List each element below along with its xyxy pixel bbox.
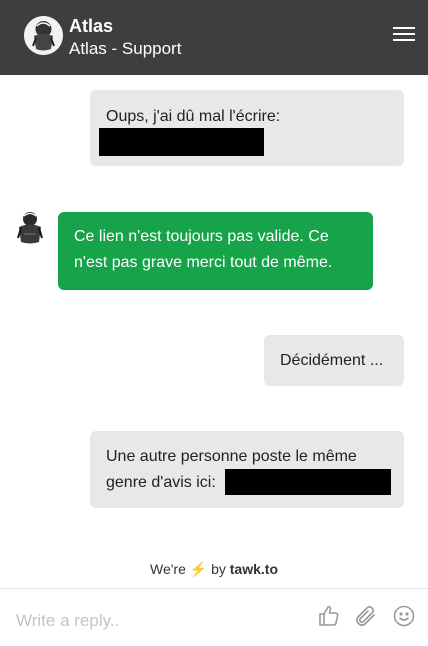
redacted-block [225, 469, 391, 495]
thumbs-up-icon[interactable] [317, 604, 341, 628]
chat-title: Atlas [69, 16, 114, 36]
agent-avatar-icon [15, 210, 45, 246]
message-text-line2: genre d'avis ici: [106, 474, 216, 491]
hamburger-menu-icon[interactable] [393, 27, 415, 47]
reply-input[interactable] [14, 607, 298, 635]
redacted-block [99, 128, 264, 156]
powered-by-branding[interactable]: We're ⚡ by tawk.to [0, 559, 428, 579]
chat-subtitle: Atlas - Support [69, 39, 182, 58]
message-text: Ce lien n'est toujours pas valide. Ce n'… [74, 228, 333, 271]
message-text: Oups, j'ai dû mal l'écrire: [106, 108, 281, 125]
branding-by: by [211, 561, 226, 577]
atlas-avatar-icon [24, 16, 63, 55]
branding-prefix: We're [149, 561, 186, 577]
brand-name[interactable]: tawk.to [230, 561, 278, 577]
visitor-message: Oups, j'ai dû mal l'écrire: [90, 90, 404, 166]
lightning-bolt-icon: ⚡ [189, 561, 208, 577]
agent-message: Ce lien n'est toujours pas valide. Ce n'… [58, 212, 373, 290]
reply-composer [0, 588, 428, 646]
message-text-line1: Une autre personne poste le même [106, 448, 357, 465]
paperclip-icon[interactable] [354, 604, 378, 628]
chat-header: Atlas Atlas - Support [0, 0, 428, 75]
visitor-message: Une autre personne poste le même genre d… [90, 431, 404, 508]
visitor-message: Décidément ... [264, 335, 404, 386]
smiley-icon[interactable] [392, 604, 416, 628]
message-text: Décidément ... [280, 352, 384, 369]
